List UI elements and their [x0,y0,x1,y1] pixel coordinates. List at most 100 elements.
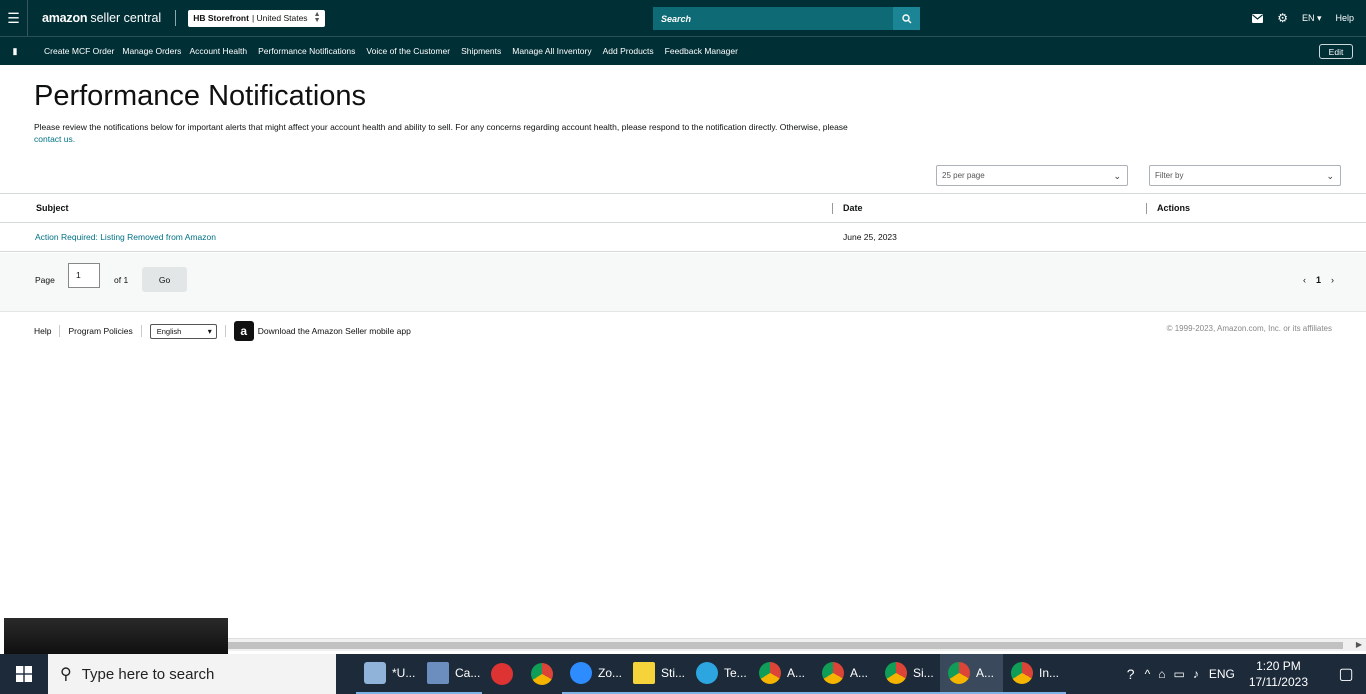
scrollbar-thumb[interactable] [228,642,1343,649]
logo-divider [175,10,177,26]
updown-icon: ▲ ▼ [313,11,321,24]
nav-item-create-mcf-order[interactable]: Create MCF Order [44,46,114,56]
scroll-right-icon[interactable]: ▶ [1356,640,1362,649]
nav-item-performance-notifications[interactable]: Performance Notifications [258,46,355,56]
current-page[interactable]: 1 [1316,275,1321,285]
search-icon: ⚲ [60,666,72,683]
per-page-select[interactable]: 25 per page ⌄ [936,165,1128,186]
next-page-icon[interactable]: › [1331,275,1334,285]
taskbar-app[interactable]: A... [751,654,814,694]
zoom-icon [570,662,592,684]
column-divider [832,203,833,214]
chrome-icon [531,663,553,685]
pagination-bar: Page 1 of 1 Go ‹ 1 › [0,253,1366,312]
menu-icon[interactable]: ☰ [0,0,28,36]
help-link[interactable]: Help [1335,13,1354,23]
chevron-down-icon: ⌄ [1113,171,1121,181]
taskbar-app[interactable]: Te... [688,654,751,694]
edit-nav-button[interactable]: Edit [1319,44,1353,59]
snipping-tool-icon [491,663,513,685]
taskbar-apps: *U... Ca... Zo... Sti... Te... A... A...… [356,654,1066,694]
system-tray: ? ^ ⌂ ▭ ♪ ENG 1:20 PM 17/11/2023 ▢ [1127,654,1366,694]
windows-start-button[interactable] [0,654,48,694]
windows-logo-icon [16,666,32,682]
taskbar-app[interactable] [482,654,522,694]
copyright: © 1999-2023, Amazon.com, Inc. or its aff… [1166,324,1332,333]
nav-item-manage-orders[interactable]: Manage Orders [122,46,181,56]
battery-icon[interactable]: ▭ [1173,667,1184,681]
taskbar-app[interactable]: Sti... [625,654,688,694]
taskbar-app[interactable]: Si... [877,654,940,694]
taskbar-app[interactable]: *U... [356,654,419,694]
column-header-subject[interactable]: Subject [36,203,69,213]
nav-item-voice-of-the-customer[interactable]: Voice of the Customer [366,46,450,56]
footer-divider [59,325,61,337]
volume-icon[interactable]: ♪ [1193,667,1199,681]
clock[interactable]: 1:20 PM 17/11/2023 [1249,658,1308,690]
nav-item-add-products[interactable]: Add Products [603,46,654,56]
notification-icon[interactable]: ▢ [1326,664,1366,684]
notification-subject-link[interactable]: Action Required: Listing Removed from Am… [35,232,216,242]
page-label: Page [35,275,55,285]
windows-taskbar: ⚲ Type here to search *U... Ca... Zo... … [0,654,1366,694]
taskbar-app[interactable]: Ca... [419,654,482,694]
chevron-down-icon: ▾ [207,326,212,336]
chevron-down-icon: ⌄ [1326,171,1334,181]
notepad-icon [364,662,386,684]
table-header: Subject Date Actions [0,193,1366,223]
taskbar-app[interactable]: In... [1003,654,1066,694]
nav-item-account-health[interactable]: Account Health [189,46,247,56]
input-language[interactable]: ENG [1209,667,1235,681]
nav-bar: ▮ Create MCF Order Manage Orders Account… [0,36,1366,65]
footer-language-select[interactable]: English ▾ [149,323,217,339]
contact-us-link[interactable]: contact us. [34,134,75,144]
footer-help-link[interactable]: Help [34,326,51,336]
prev-page-icon[interactable]: ‹ [1303,275,1306,285]
horizontal-scrollbar[interactable]: ▶ [228,638,1366,651]
search-bar: Search [653,7,920,30]
column-divider [1146,203,1147,214]
page-count: of 1 [114,275,129,285]
taskbar-app[interactable]: A... [940,654,1003,694]
search-icon [901,13,911,23]
mail-icon[interactable] [1252,13,1264,23]
chrome-icon [822,662,844,684]
taskbar-app[interactable] [522,654,562,694]
column-header-actions: Actions [1157,203,1191,213]
footer-divider [140,325,142,337]
program-policies-link[interactable]: Program Policies [68,326,132,336]
store-selector[interactable]: HB Storefront | United States ▲ ▼ [188,9,325,27]
nav-item-shipments[interactable]: Shipments [461,46,501,56]
page-number-input[interactable]: 1 [68,263,100,288]
bookmark-icon[interactable]: ▮ [0,46,30,57]
column-header-date[interactable]: Date [843,203,863,213]
chrome-icon [759,662,781,684]
taskbar-search[interactable]: ⚲ Type here to search [48,654,336,694]
notification-date: June 25, 2023 [843,232,897,242]
sticky-notes-icon [633,662,655,684]
chrome-icon [1011,662,1033,684]
video-thumbnail [4,618,228,654]
telegram-icon [696,662,718,684]
page-nav: ‹ 1 › [1303,275,1334,285]
nav-item-feedback-manager[interactable]: Feedback Manager [665,46,738,56]
search-button[interactable] [893,7,920,30]
nav-item-manage-all-inventory[interactable]: Manage All Inventory [512,46,591,56]
seller-central-logo[interactable]: amazon seller central [42,11,161,25]
calculator-icon [427,662,449,684]
help-tray-icon[interactable]: ? [1127,666,1135,682]
taskbar-app[interactable]: Zo... [562,654,625,694]
amazon-app-icon[interactable]: a [233,321,254,341]
filter-select[interactable]: Filter by ⌄ [1149,165,1341,186]
download-app-link[interactable]: Download the Amazon Seller mobile app [258,326,411,336]
taskbar-app[interactable]: A... [814,654,877,694]
page-title: Performance Notifications [34,80,367,112]
go-button[interactable]: Go [142,267,187,292]
language-selector[interactable]: EN ▾ [1302,13,1322,24]
chevron-up-icon[interactable]: ^ [1145,667,1151,681]
search-input[interactable]: Search [653,7,893,30]
header-actions: ⚙ EN ▾ Help [1252,0,1354,36]
intro-text: Please review the notifications below fo… [34,122,848,144]
gear-icon[interactable]: ⚙ [1277,11,1288,25]
network-icon[interactable]: ⌂ [1158,667,1165,681]
